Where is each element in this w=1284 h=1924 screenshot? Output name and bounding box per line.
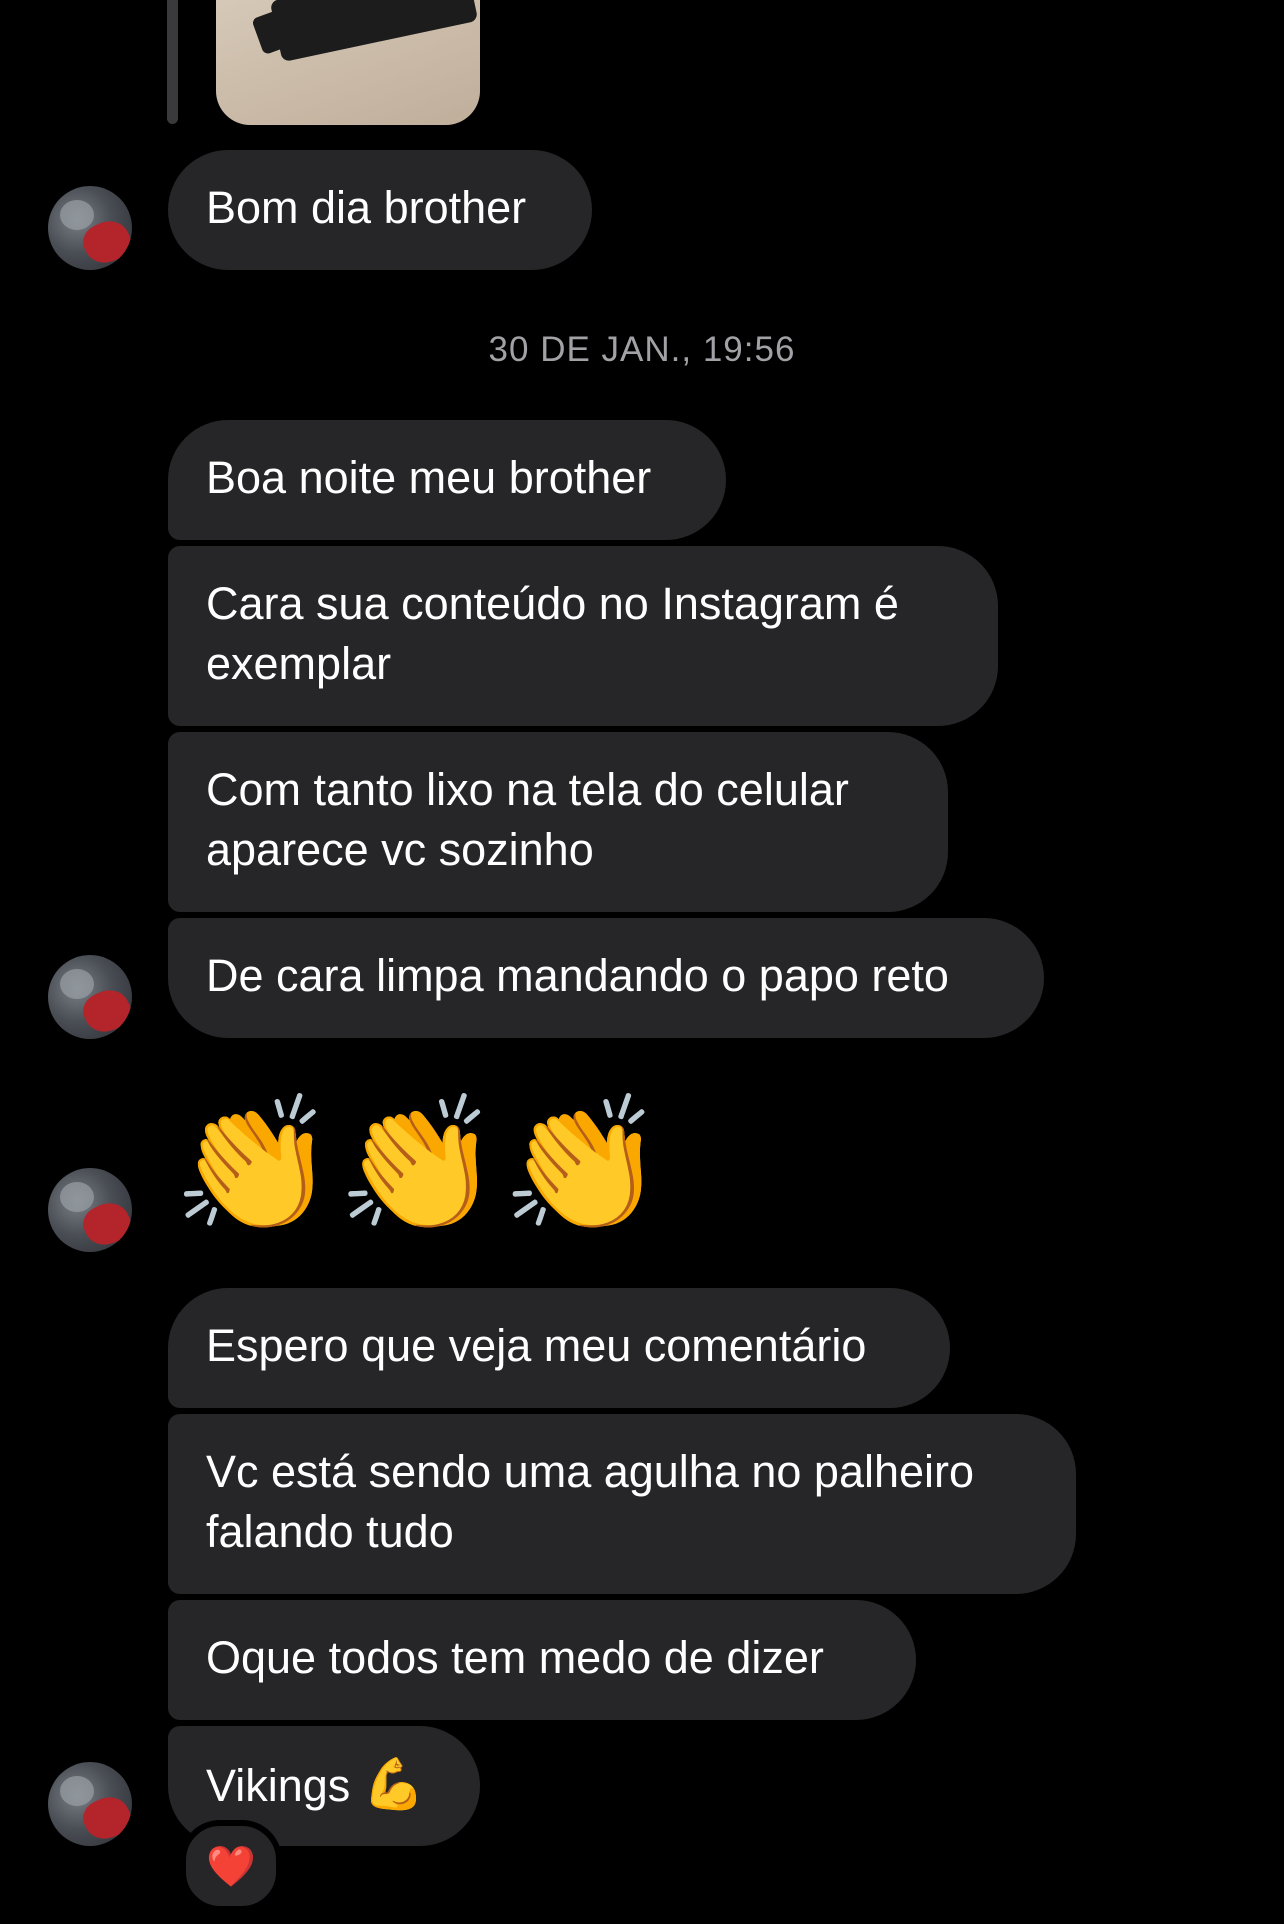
message-text-line: aparece vc sozinho bbox=[206, 824, 594, 875]
message-text-line: Vc está sendo uma agulha no palheiro bbox=[206, 1446, 975, 1497]
message-text: Boa noite meu brother bbox=[206, 452, 652, 503]
sender-avatar[interactable] bbox=[48, 1762, 132, 1846]
message-bubble[interactable]: Vc está sendo uma agulha no palheiro fal… bbox=[168, 1414, 1076, 1594]
message-text: Bom dia brother bbox=[206, 182, 527, 233]
message-text: Vikings 💪 bbox=[206, 1754, 442, 1816]
message-bubble[interactable]: Cara sua conteúdo no Instagram é exempla… bbox=[168, 546, 998, 726]
message-text-line: falando tudo bbox=[206, 1506, 454, 1557]
shared-image-thumbnail[interactable] bbox=[216, 0, 480, 125]
timestamp-divider: 30 DE JAN., 19:56 bbox=[488, 330, 796, 369]
heart-icon: ❤️ bbox=[206, 1844, 256, 1889]
message-bubble[interactable]: Boa noite meu brother bbox=[168, 420, 726, 540]
reply-thread-line bbox=[167, 0, 178, 124]
message-text: Espero que veja meu comentário bbox=[206, 1320, 867, 1371]
message-word: Vikings bbox=[206, 1760, 351, 1811]
message-bubble[interactable]: De cara limpa mandando o papo reto bbox=[168, 918, 1044, 1038]
message-bubble[interactable]: Com tanto lixo na tela do celular aparec… bbox=[168, 732, 948, 912]
heart-reaction-badge[interactable]: ❤️ bbox=[180, 1820, 282, 1912]
sender-avatar[interactable] bbox=[48, 955, 132, 1039]
message-bubble[interactable]: Bom dia brother bbox=[168, 150, 592, 270]
message-text-line: exemplar bbox=[206, 638, 392, 689]
message-text-line: Cara sua conteúdo no Instagram é bbox=[206, 578, 899, 629]
message-bubble[interactable]: Espero que veja meu comentário bbox=[168, 1288, 950, 1408]
message-text: Oque todos tem medo de dizer bbox=[206, 1632, 824, 1683]
message-text: De cara limpa mandando o papo reto bbox=[206, 950, 949, 1001]
message-bubble[interactable]: Oque todos tem medo de dizer bbox=[168, 1600, 916, 1720]
flexed-biceps-emoji: 💪 bbox=[362, 1756, 426, 1812]
message-text-line: Com tanto lixo na tela do celular bbox=[206, 764, 849, 815]
sender-avatar[interactable] bbox=[48, 186, 132, 270]
emoji-message[interactable]: 👏👏👏 bbox=[172, 1085, 665, 1245]
sender-avatar[interactable] bbox=[48, 1168, 132, 1252]
